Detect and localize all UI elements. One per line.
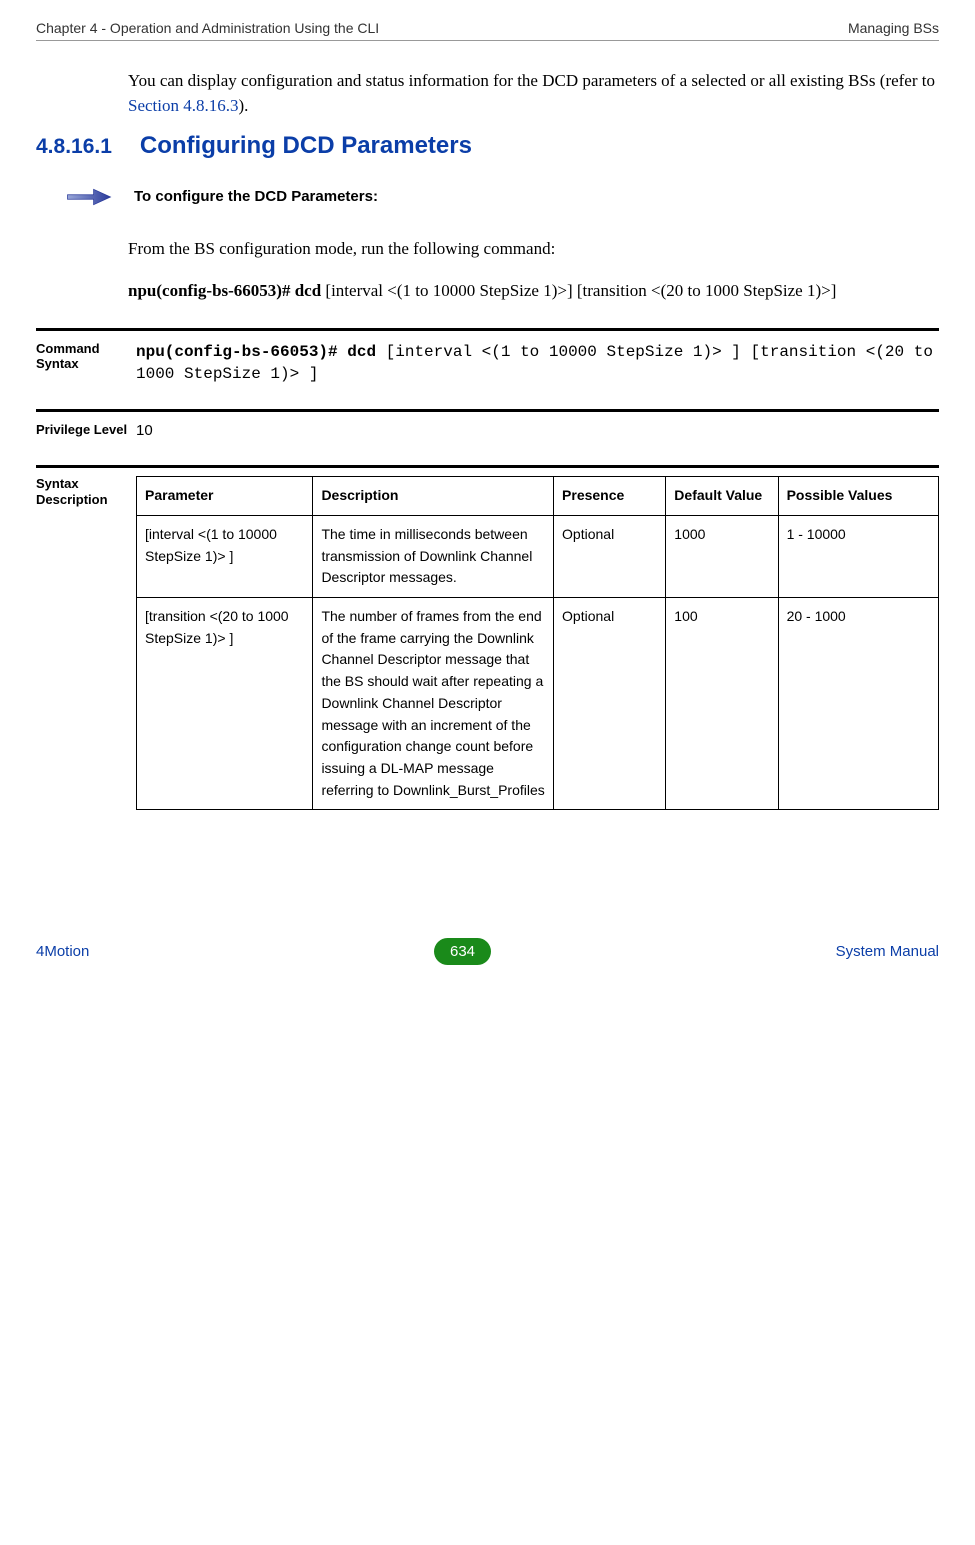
- header-right: Managing BSs: [848, 20, 939, 36]
- intro-pre: You can display configuration and status…: [128, 71, 935, 90]
- cell-desc: The time in milliseconds between transmi…: [313, 516, 554, 598]
- page-number-badge: 634: [434, 938, 491, 965]
- table-row: [interval <(1 to 10000 StepSize 1)> ] Th…: [137, 516, 939, 598]
- command-syntax-bold: npu(config-bs-66053)# dcd: [136, 343, 376, 361]
- footer-right: System Manual: [836, 943, 939, 960]
- command-example-rest: [interval <(1 to 10000 StepSize 1)>] [tr…: [321, 281, 836, 300]
- header-left: Chapter 4 - Operation and Administration…: [36, 20, 379, 36]
- command-example: npu(config-bs-66053)# dcd [interval <(1 …: [128, 279, 939, 304]
- section-heading: 4.8.16.1 Configuring DCD Parameters: [36, 132, 939, 160]
- privilege-value: 10: [136, 422, 153, 439]
- cell-presence: Optional: [554, 516, 666, 598]
- command-syntax-block: Command Syntax npu(config-bs-66053)# dcd…: [36, 328, 939, 386]
- command-syntax-label: Command Syntax: [36, 341, 136, 372]
- table-row: [transition <(20 to 1000 StepSize 1)> ] …: [137, 598, 939, 810]
- command-syntax-body: npu(config-bs-66053)# dcd [interval <(1 …: [136, 341, 939, 386]
- page-footer: 4Motion 634 System Manual: [0, 920, 975, 987]
- cell-possible: 1 - 10000: [778, 516, 938, 598]
- col-default: Default Value: [666, 477, 778, 516]
- col-parameter: Parameter: [137, 477, 313, 516]
- cell-default: 100: [666, 598, 778, 810]
- syntax-description-block: Syntax Description Parameter Description…: [36, 465, 939, 810]
- cell-desc: The number of frames from the end of the…: [313, 598, 554, 810]
- section-number: 4.8.16.1: [36, 135, 112, 159]
- cell-presence: Optional: [554, 598, 666, 810]
- cell-param: [interval <(1 to 10000 StepSize 1)> ]: [137, 516, 313, 598]
- col-description: Description: [313, 477, 554, 516]
- footer-left: 4Motion: [36, 943, 89, 960]
- col-possible: Possible Values: [778, 477, 938, 516]
- privilege-label: Privilege Level: [36, 422, 136, 438]
- run-instruction: From the BS configuration mode, run the …: [128, 237, 939, 262]
- procedure-block: To configure the DCD Parameters:: [66, 186, 939, 213]
- command-example-bold: npu(config-bs-66053)# dcd: [128, 281, 321, 300]
- syntax-table: Parameter Description Presence Default V…: [136, 476, 939, 810]
- cell-possible: 20 - 1000: [778, 598, 938, 810]
- arrow-icon: [66, 186, 112, 213]
- cell-default: 1000: [666, 516, 778, 598]
- procedure-title: To configure the DCD Parameters:: [134, 186, 378, 205]
- col-presence: Presence: [554, 477, 666, 516]
- intro-post: ).: [239, 96, 249, 115]
- privilege-level-block: Privilege Level 10: [36, 409, 939, 439]
- cell-param: [transition <(20 to 1000 StepSize 1)> ]: [137, 598, 313, 810]
- intro-paragraph: You can display configuration and status…: [128, 69, 939, 118]
- syntax-label: Syntax Description: [36, 476, 136, 507]
- table-header-row: Parameter Description Presence Default V…: [137, 477, 939, 516]
- section-title: Configuring DCD Parameters: [140, 132, 472, 160]
- page-header: Chapter 4 - Operation and Administration…: [36, 20, 939, 41]
- intro-xref-link[interactable]: Section 4.8.16.3: [128, 96, 239, 115]
